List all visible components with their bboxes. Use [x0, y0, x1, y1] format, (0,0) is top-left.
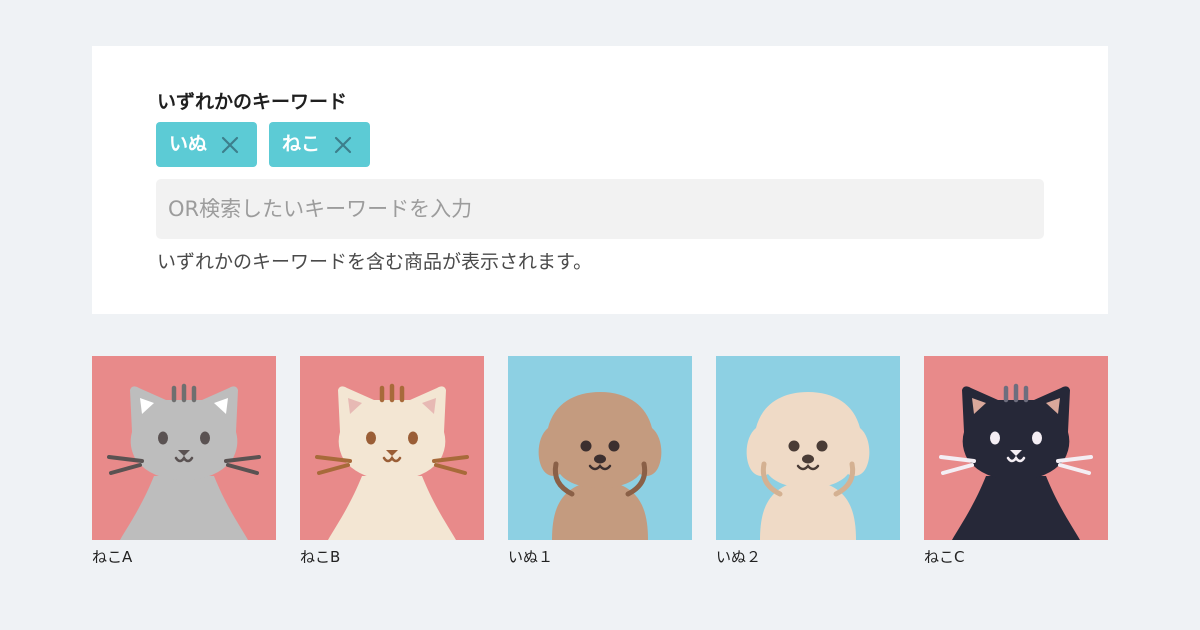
- keyword-filter-panel: いずれかのキーワード いぬ ねこ いずれかのキーワードを含む商品が表示されます。: [92, 46, 1108, 314]
- keyword-search-input[interactable]: [156, 179, 1044, 239]
- product-name: ねこB: [300, 548, 341, 566]
- cat-illustration: [92, 356, 276, 540]
- product-image: [508, 356, 692, 540]
- product-card[interactable]: ねこC: [924, 356, 1108, 566]
- product-image: [92, 356, 276, 540]
- helper-text: いずれかのキーワードを含む商品が表示されます。: [157, 251, 593, 273]
- product-name: ねこC: [924, 548, 965, 566]
- product-card[interactable]: ねこB: [300, 356, 484, 566]
- product-name: ねこA: [92, 548, 133, 566]
- product-image: [716, 356, 900, 540]
- product-card[interactable]: ねこA: [92, 356, 276, 566]
- keyword-chip-inu: いぬ: [156, 122, 258, 167]
- product-name: いぬ２: [716, 548, 762, 566]
- product-card[interactable]: いぬ２: [716, 356, 900, 566]
- dog-illustration: [508, 356, 692, 540]
- product-name: いぬ１: [508, 548, 554, 566]
- product-image: [300, 356, 484, 540]
- dog-illustration: [716, 356, 900, 540]
- keyword-chip-list: いぬ ねこ: [156, 122, 371, 167]
- close-icon[interactable]: [334, 136, 352, 154]
- product-image: [924, 356, 1108, 540]
- close-icon[interactable]: [221, 136, 239, 154]
- product-grid: ねこA ねこB いぬ１ いぬ２ ねこC: [92, 356, 1108, 566]
- chip-label: ねこ: [282, 133, 321, 155]
- cat-illustration: [924, 356, 1108, 540]
- filter-title: いずれかのキーワード: [157, 91, 348, 113]
- product-card[interactable]: いぬ１: [508, 356, 692, 566]
- chip-label: いぬ: [169, 133, 208, 155]
- cat-illustration: [300, 356, 484, 540]
- keyword-chip-neko: ねこ: [269, 122, 371, 167]
